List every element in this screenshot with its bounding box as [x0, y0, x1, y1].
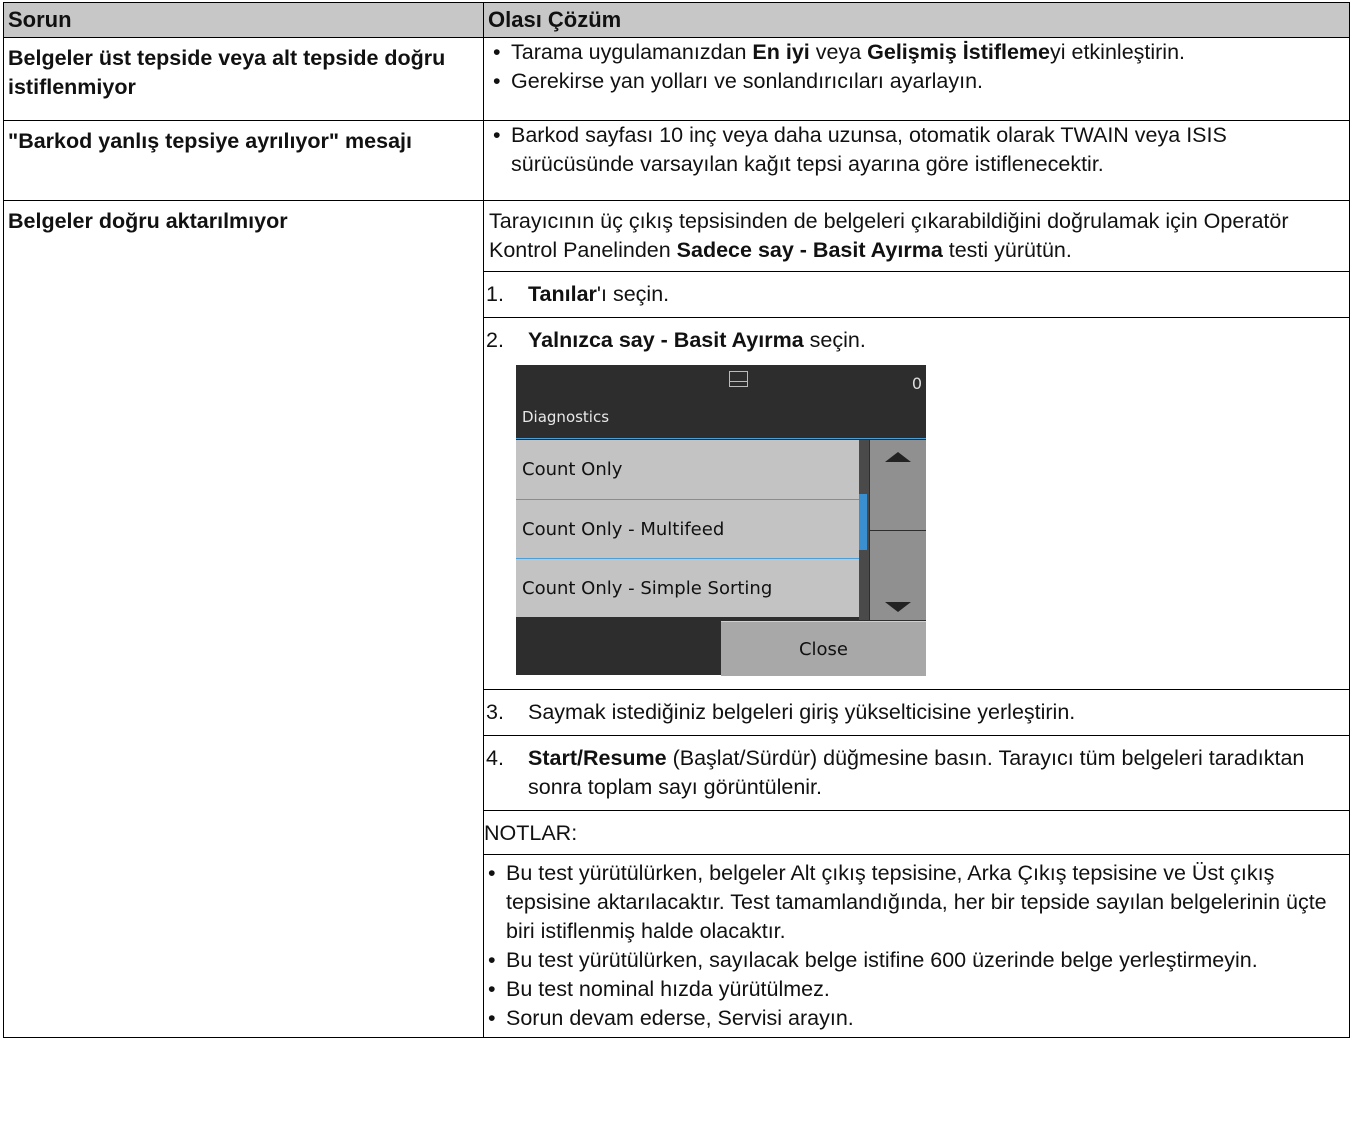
- intro-paragraph: Tarayıcının üç çıkış tepsisinden de belg…: [489, 201, 1349, 271]
- solution-cell: Barkod sayfası 10 inç veya daha uzunsa, …: [483, 120, 1350, 201]
- bold-text: Gelişmiş İstifleme: [867, 40, 1050, 64]
- text: seçin.: [803, 328, 866, 352]
- bold-text: Tanılar: [528, 282, 597, 306]
- step-number: 2.: [486, 328, 504, 352]
- text: Saymak istediğiniz belgeleri giriş yükse…: [528, 700, 1076, 724]
- table-row: Belgeler doğru aktarılmıyor Tarayıcının …: [3, 200, 1350, 1038]
- bold-text: Sadece say - Basit Ayırma: [676, 238, 943, 262]
- text: 'ı seçin.: [596, 282, 670, 306]
- table-row: "Barkod yanlış tepsiye ayrılıyor" mesajı…: [3, 120, 1350, 201]
- header-problem: Sorun: [3, 2, 484, 38]
- list-item-count-only[interactable]: Count Only: [516, 440, 859, 499]
- bullet-item: Barkod sayfası 10 inç veya daha uzunsa, …: [489, 121, 1349, 179]
- bold-text: Yalnızca say - Basit Ayırma: [528, 328, 804, 352]
- note-item: Bu test yürütülürken, belgeler Alt çıkış…: [484, 859, 1349, 946]
- diagnostics-screen: 0 Diagnostics Count Only Count Only - Mu…: [516, 365, 926, 676]
- text: Tarama uygulamanızdan: [511, 40, 753, 64]
- note-item: Bu test yürütülürken, sayılacak belge is…: [484, 946, 1349, 975]
- scroll-down-icon[interactable]: [870, 531, 926, 620]
- table-row: Belgeler üst tepside veya alt tepside do…: [3, 37, 1350, 121]
- diagnostics-list: Count Only Count Only - Multifeed Count …: [516, 440, 859, 617]
- bullet-item: Tarama uygulamanızdan En iyi veya Gelişm…: [489, 38, 1349, 67]
- problem-cell: Belgeler üst tepside veya alt tepside do…: [3, 37, 484, 121]
- solution-cell: Tarama uygulamanızdan En iyi veya Gelişm…: [483, 37, 1350, 121]
- step-number: 4.: [486, 746, 504, 770]
- step-number: 3.: [486, 700, 504, 724]
- troubleshooting-table: Sorun Olası Çözüm Belgeler üst tepside v…: [3, 2, 1350, 1038]
- list-item-count-only-simple-sorting[interactable]: Count Only - Simple Sorting: [516, 558, 859, 617]
- bold-text: Start/Resume: [528, 746, 667, 770]
- header-solution: Olası Çözüm: [483, 2, 1350, 38]
- close-button[interactable]: Close: [721, 621, 926, 676]
- output-tray-icon: [729, 371, 748, 387]
- scrollbar[interactable]: [859, 440, 869, 620]
- screen-header: 0 Diagnostics: [516, 365, 926, 439]
- text: veya: [809, 40, 868, 64]
- notes-list: Bu test yürütülürken, belgeler Alt çıkış…: [484, 854, 1349, 1037]
- solution-cell: Tarayıcının üç çıkış tepsisinden de belg…: [483, 200, 1350, 1038]
- step-number: 1.: [486, 282, 504, 306]
- scrollbar-thumb[interactable]: [859, 494, 867, 550]
- bold-text: En iyi: [752, 40, 810, 64]
- step-item: 3. Saymak istediğiniz belgeleri giriş yük…: [484, 689, 1349, 735]
- screen-title: Diagnostics: [522, 408, 610, 426]
- step-item: 2. Yalnızca say - Basit Ayırma seçin.: [484, 317, 1349, 363]
- troubleshooting-document: Sorun Olası Çözüm Belgeler üst tepside v…: [3, 2, 1350, 1128]
- problem-cell: Belgeler doğru aktarılmıyor: [3, 200, 484, 1038]
- table-header-row: Sorun Olası Çözüm: [3, 2, 1350, 38]
- note-item: Bu test nominal hızda yürütülmez.: [484, 975, 1349, 1004]
- text: testi yürütün.: [942, 238, 1072, 262]
- step-item: 4. Start/Resume (Başlat/Sürdür) düğmesine…: [484, 735, 1349, 810]
- notes-title: NOTLAR:: [484, 810, 1349, 854]
- problem-cell: "Barkod yanlış tepsiye ayrılıyor" mesajı: [3, 120, 484, 201]
- scroll-up-icon[interactable]: [870, 440, 926, 530]
- step-item: 1. Tanılar'ı seçin.: [484, 271, 1349, 317]
- bullet-item: Gerekirse yan yolları ve sonlandırıcılar…: [489, 67, 1349, 96]
- list-item-count-only-multifeed[interactable]: Count Only - Multifeed: [516, 499, 859, 558]
- note-item: Sorun devam ederse, Servisi arayın.: [484, 1004, 1349, 1033]
- text: yi etkinleştirin.: [1050, 40, 1186, 64]
- document-counter: 0: [911, 374, 922, 393]
